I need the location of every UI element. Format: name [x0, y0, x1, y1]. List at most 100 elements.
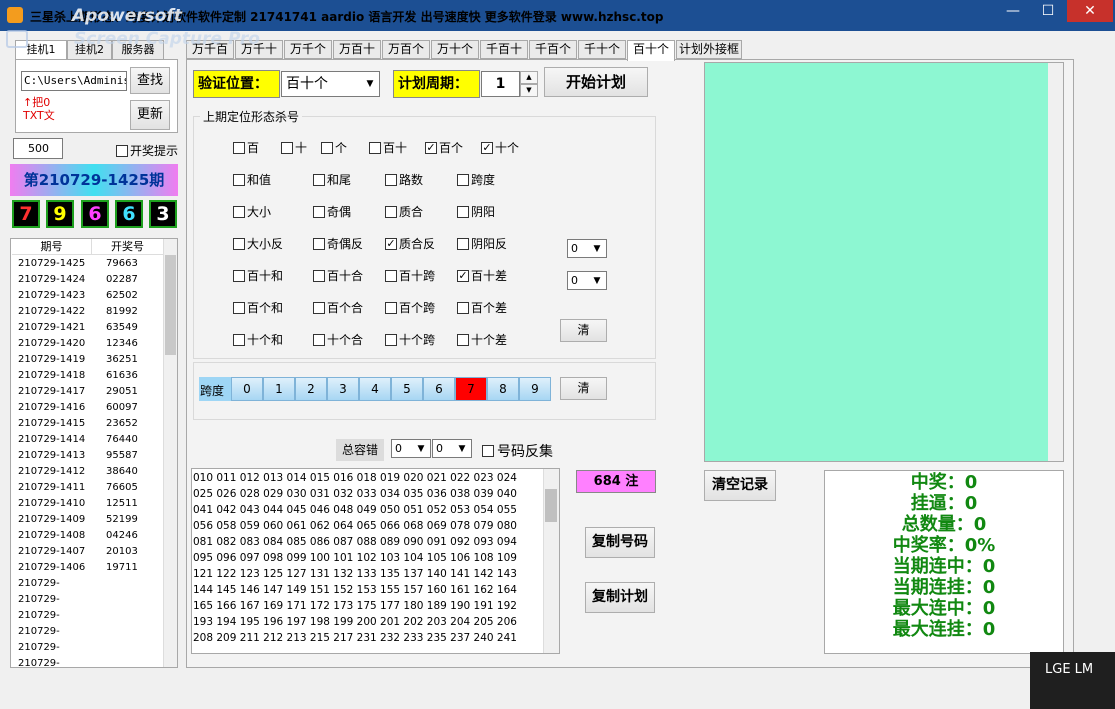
kill-checkbox[interactable]: ✓ 质合反 [385, 235, 435, 252]
reverse-set-checkbox[interactable]: 号码反集 [482, 441, 553, 461]
spin-down-icon[interactable]: ▼ [520, 84, 538, 97]
span-digit-button[interactable]: 3 [327, 377, 359, 401]
main-tab[interactable]: 万千百 [186, 40, 234, 59]
span-digit-button[interactable]: 6 [423, 377, 455, 401]
checkbox-box[interactable] [369, 141, 381, 154]
checkbox-box[interactable]: ✓ [385, 237, 397, 250]
main-tab[interactable]: 千十个 [578, 40, 626, 59]
span-digit-button[interactable]: 4 [359, 377, 391, 401]
history-row[interactable]: 210729-1408 04246 [12, 528, 164, 544]
kill-checkbox[interactable]: ✓ 百个 [425, 139, 463, 156]
kill-checkbox[interactable]: 阴阳反 [457, 235, 507, 252]
clear-records-button[interactable]: 清空记录 [704, 470, 776, 501]
copy-plan-button[interactable]: 复制计划 [585, 582, 655, 613]
checkbox-box[interactable] [313, 237, 325, 250]
close-button[interactable]: ✕ [1067, 0, 1113, 22]
checkbox-box[interactable] [385, 173, 397, 186]
output-scrollbar[interactable] [1048, 63, 1063, 461]
checkbox-box[interactable] [281, 141, 293, 154]
history-row[interactable]: 210729-1409 52199 [12, 512, 164, 528]
span-digit-button[interactable]: 2 [295, 377, 327, 401]
taskbar-overlay[interactable] [1030, 652, 1115, 709]
tab-hangup2[interactable]: 挂机2 [67, 40, 112, 60]
main-tab[interactable]: 千百个 [529, 40, 577, 59]
history-row[interactable]: 210729-1418 61636 [12, 368, 164, 384]
checkbox-box[interactable] [313, 301, 325, 314]
kill-checkbox[interactable]: ✓ 百十差 [457, 267, 507, 284]
history-row[interactable]: 210729-1412 38640 [12, 464, 164, 480]
history-row[interactable]: 210729-1419 36251 [12, 352, 164, 368]
path-input[interactable]: C:\Users\Administ [21, 71, 127, 91]
history-row[interactable]: 210729- [12, 624, 164, 640]
kill-checkbox[interactable]: 百十跨 [385, 267, 435, 284]
history-row[interactable]: 210729- [12, 592, 164, 608]
kill-checkbox[interactable]: 百十 [369, 139, 407, 156]
kill-checkbox[interactable]: 阴阳 [457, 203, 495, 220]
span-digit-button[interactable]: 1 [263, 377, 295, 401]
history-row[interactable]: 210729-1407 20103 [12, 544, 164, 560]
checkbox-box[interactable] [385, 269, 397, 282]
history-row[interactable]: 210729-1423 62502 [12, 288, 164, 304]
checkbox-box[interactable] [233, 141, 245, 154]
col-number[interactable]: 开奖号 [92, 239, 164, 255]
kill-checkbox[interactable]: 和值 [233, 171, 271, 188]
checkbox-box[interactable] [233, 237, 245, 250]
kill-select-2[interactable]: 0 ▼ [567, 271, 607, 290]
checkbox-box[interactable]: ✓ [481, 141, 493, 154]
checkbox-box[interactable] [385, 205, 397, 218]
find-button[interactable]: 查找 [130, 67, 170, 94]
kill-checkbox[interactable]: 奇偶 [313, 203, 351, 220]
checkbox-box[interactable] [313, 269, 325, 282]
history-row[interactable]: 210729-1406 19711 [12, 560, 164, 576]
kill-checkbox[interactable]: 百个合 [313, 299, 363, 316]
history-row[interactable]: 210729-1424 02287 [12, 272, 164, 288]
kill-checkbox[interactable]: 质合 [385, 203, 423, 220]
tolerance-select-1[interactable]: 0 ▼ [391, 439, 431, 458]
kill-checkbox[interactable]: ✓ 十个 [481, 139, 519, 156]
kill-checkbox[interactable]: 百十和 [233, 267, 283, 284]
kill-checkbox[interactable]: 百个差 [457, 299, 507, 316]
main-tab[interactable]: 百十个 [627, 40, 675, 61]
checkbox-box[interactable] [313, 205, 325, 218]
history-row[interactable]: 210729-1417 29051 [12, 384, 164, 400]
span-digit-button[interactable]: 0 [231, 377, 263, 401]
history-row[interactable]: 210729-1414 76440 [12, 432, 164, 448]
kill-checkbox[interactable]: 十个合 [313, 331, 363, 348]
checkbox-box[interactable] [457, 237, 469, 250]
checkbox-box[interactable] [457, 205, 469, 218]
kill-select-1[interactable]: 0 ▼ [567, 239, 607, 258]
kill-checkbox[interactable]: 十个和 [233, 331, 283, 348]
checkbox-box[interactable] [457, 301, 469, 314]
checkbox-box[interactable] [233, 301, 245, 314]
checkbox-box[interactable] [385, 301, 397, 314]
history-row[interactable]: 210729-1415 23652 [12, 416, 164, 432]
kill-checkbox[interactable]: 十个跨 [385, 331, 435, 348]
numbers-scroll-thumb[interactable] [545, 489, 557, 522]
history-row[interactable]: 210729-1421 63549 [12, 320, 164, 336]
tab-server[interactable]: 服务器 [112, 40, 164, 60]
history-row[interactable]: 210729-1420 12346 [12, 336, 164, 352]
col-period[interactable]: 期号 [12, 239, 92, 255]
checkbox-box[interactable] [233, 173, 245, 186]
span-digit-button[interactable]: 8 [487, 377, 519, 401]
history-row[interactable]: 210729-1422 81992 [12, 304, 164, 320]
kill-checkbox[interactable]: 大小反 [233, 235, 283, 252]
span-digit-button[interactable]: 9 [519, 377, 551, 401]
history-row[interactable]: 210729-1416 60097 [12, 400, 164, 416]
checkbox-box[interactable]: ✓ [425, 141, 437, 154]
checkbox-box[interactable] [457, 333, 469, 346]
count-input[interactable]: 500 [13, 138, 63, 159]
main-tab[interactable]: 万百个 [382, 40, 430, 59]
checkbox-box[interactable] [233, 269, 245, 282]
copy-numbers-button[interactable]: 复制号码 [585, 527, 655, 558]
kill-checkbox[interactable]: 十个差 [457, 331, 507, 348]
kill-checkbox[interactable]: 和尾 [313, 171, 351, 188]
main-tab[interactable]: 万千十 [235, 40, 283, 59]
span-digit-button[interactable]: 5 [391, 377, 423, 401]
kill-checkbox[interactable]: 大小 [233, 203, 271, 220]
main-tab[interactable]: 万千个 [284, 40, 332, 59]
kill-checkbox[interactable]: 百个跨 [385, 299, 435, 316]
main-tab[interactable]: 千百十 [480, 40, 528, 59]
kill-clear-button[interactable]: 清 [560, 319, 607, 342]
history-scroll-thumb[interactable] [165, 255, 176, 355]
